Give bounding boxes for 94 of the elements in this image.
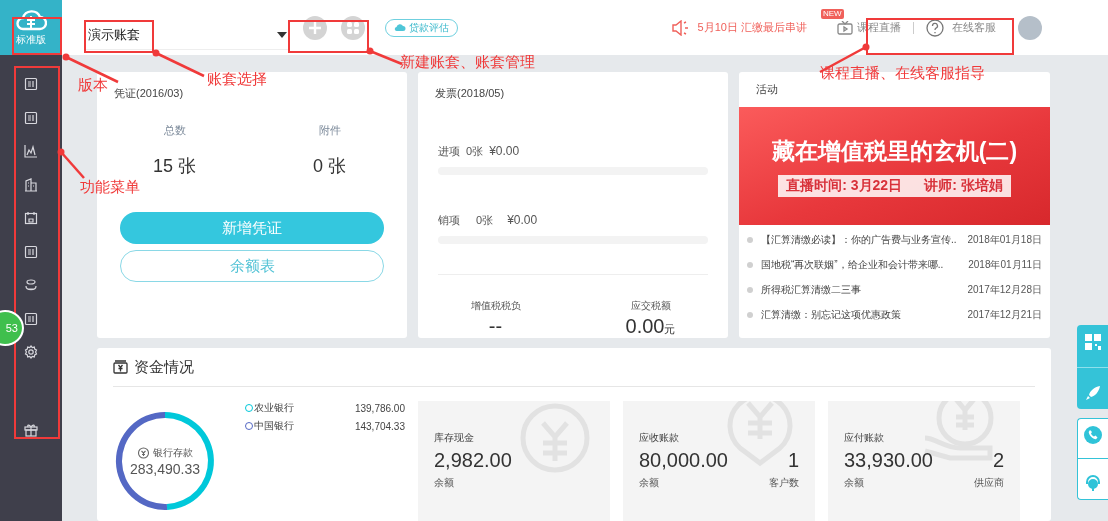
stat-value: 15 张 <box>153 155 196 178</box>
tv-icon <box>837 20 853 35</box>
balance-card[interactable]: 应收账款 80,000.00 1 余额 客户数 <box>623 401 815 521</box>
money-bag-icon <box>137 446 150 459</box>
speaker-icon <box>671 19 690 36</box>
legend-label: 中国银行 <box>254 419 295 433</box>
help-icon <box>926 18 944 37</box>
section-title: 资金情况 <box>134 357 194 377</box>
count-value: 1 <box>787 449 799 472</box>
count-caption: 客户数 <box>769 476 799 490</box>
count-value: 2 <box>992 449 1004 472</box>
wallet-icon <box>113 360 128 374</box>
calendar-icon[interactable] <box>24 211 38 225</box>
news-link[interactable]: 汇算清缴：别忘记这项优惠政策 <box>761 308 968 322</box>
annotation-label: 账套选择 <box>207 70 267 89</box>
card-title: 活动 <box>756 82 778 97</box>
banner-headline: 藏在增值税里的玄机(二) <box>771 136 1018 166</box>
amount-caption: 余额 <box>639 476 659 490</box>
invoice-count: 0张 <box>476 213 494 228</box>
legend-label: 农业银行 <box>254 401 295 415</box>
tax-label: 增值税税负 <box>470 299 521 313</box>
tax-label: 应交税额 <box>630 299 671 313</box>
promo-banner[interactable]: 藏在增值税里的玄机(二) 直播时间: 3月22日 讲师: 张培娟 <box>739 107 1050 225</box>
balance-amount: 33,930.00 <box>844 449 933 472</box>
card-title: 凭证(2016/03) <box>114 86 184 101</box>
grid-icon <box>347 21 359 34</box>
banner-teacher: 讲师: 张培娟 <box>924 176 1003 195</box>
legend-value: 139,786.00 <box>354 402 405 414</box>
bullet-icon <box>747 262 753 268</box>
balance-amount: 2,982.00 <box>434 449 512 472</box>
count-caption: 供应商 <box>974 476 1004 490</box>
news-date: 2018年01月11日 <box>968 258 1042 272</box>
tax-value: 0.00元 <box>625 315 676 338</box>
cloud-icon <box>15 8 47 32</box>
annotation-label: 版本 <box>78 76 108 95</box>
news-date: 2017年12月21日 <box>967 308 1042 322</box>
manage-accounts-button[interactable] <box>341 15 365 40</box>
settings-icon[interactable] <box>24 345 38 359</box>
bullet-icon <box>747 312 753 318</box>
news-link[interactable]: 国地税“再次联姻”，给企业和会计带来哪.. <box>761 258 969 272</box>
balance-label: 应收账款 <box>639 431 680 445</box>
balance-amount: 80,000.00 <box>639 449 728 472</box>
banner-time: 直播时间: 3月22日 <box>786 176 903 195</box>
new-voucher-button[interactable]: 新增凭证 <box>120 212 384 244</box>
card-title: 发票(2018/05) <box>435 86 505 101</box>
annotation-arrow <box>152 49 205 78</box>
annotation-label: 新建账套、账套管理 <box>400 53 535 72</box>
legend-value: 143,704.33 <box>354 420 405 432</box>
notice-text[interactable]: 5月10日 汇缴最后串讲 <box>697 20 807 35</box>
bullet-icon <box>747 237 753 243</box>
bullet-icon <box>747 287 753 293</box>
balance-label: 库存现金 <box>434 431 475 445</box>
cloud-icon <box>394 23 406 32</box>
stat-label: 总数 <box>163 123 186 138</box>
invoice-type: 进项 <box>438 144 460 159</box>
invoice-count: 0张 <box>466 144 484 159</box>
add-account-button[interactable] <box>303 15 327 40</box>
news-date: 2018年01月18日 <box>967 233 1042 247</box>
online-service-link[interactable]: 在线客服 <box>952 20 996 35</box>
balance-card[interactable]: 库存现金 2,982.00 余额 <box>418 401 610 521</box>
annotation-arrow <box>57 148 85 179</box>
building-icon[interactable] <box>24 177 38 192</box>
invoice-amount: ¥0.00 <box>507 213 538 227</box>
balance-label: 应付账款 <box>844 431 885 445</box>
amount-caption: 余额 <box>434 476 454 490</box>
invoice-type: 销项 <box>438 213 460 228</box>
new-badge: NEW <box>821 9 844 19</box>
news-date: 2017年12月28日 <box>967 283 1042 297</box>
donut-total: 283,490.33 <box>129 460 201 477</box>
invoice-amount: ¥0.00 <box>489 144 520 158</box>
donut-label: 银行存款 <box>153 445 193 460</box>
annotation-frame <box>84 20 154 53</box>
news-link[interactable]: 【汇算清缴必读】：你的广告费与业务宣传.. <box>761 233 968 247</box>
voucher-icon[interactable] <box>24 77 38 91</box>
annotation-label: 功能菜单 <box>80 178 140 197</box>
stat-value: 0 张 <box>313 155 346 178</box>
amount-caption: 余额 <box>844 476 864 490</box>
annotation-frame <box>12 17 62 55</box>
caret-icon <box>277 32 287 38</box>
stat-label: 附件 <box>318 123 341 138</box>
edition-label: 标准版 <box>16 33 46 47</box>
coins-icon[interactable] <box>24 278 38 292</box>
gift-icon[interactable] <box>24 423 38 437</box>
invoice-icon[interactable] <box>24 110 38 125</box>
tax-value: -- <box>488 315 503 338</box>
plus-icon <box>308 20 322 35</box>
balance-sheet-button[interactable]: 余额表 <box>120 250 384 282</box>
loan-evaluation-button[interactable]: 贷款评估 <box>385 18 458 37</box>
news-link[interactable]: 所得税汇算清缴二三事 <box>761 283 968 297</box>
balance-card[interactable]: 应付账款 33,930.00 2 余额 供应商 <box>828 401 1020 521</box>
account-select[interactable]: 演示账套 <box>86 21 289 50</box>
document-icon[interactable] <box>24 311 38 326</box>
edition-logo[interactable]: 标准版 <box>0 0 62 55</box>
chart-icon[interactable] <box>24 144 38 158</box>
